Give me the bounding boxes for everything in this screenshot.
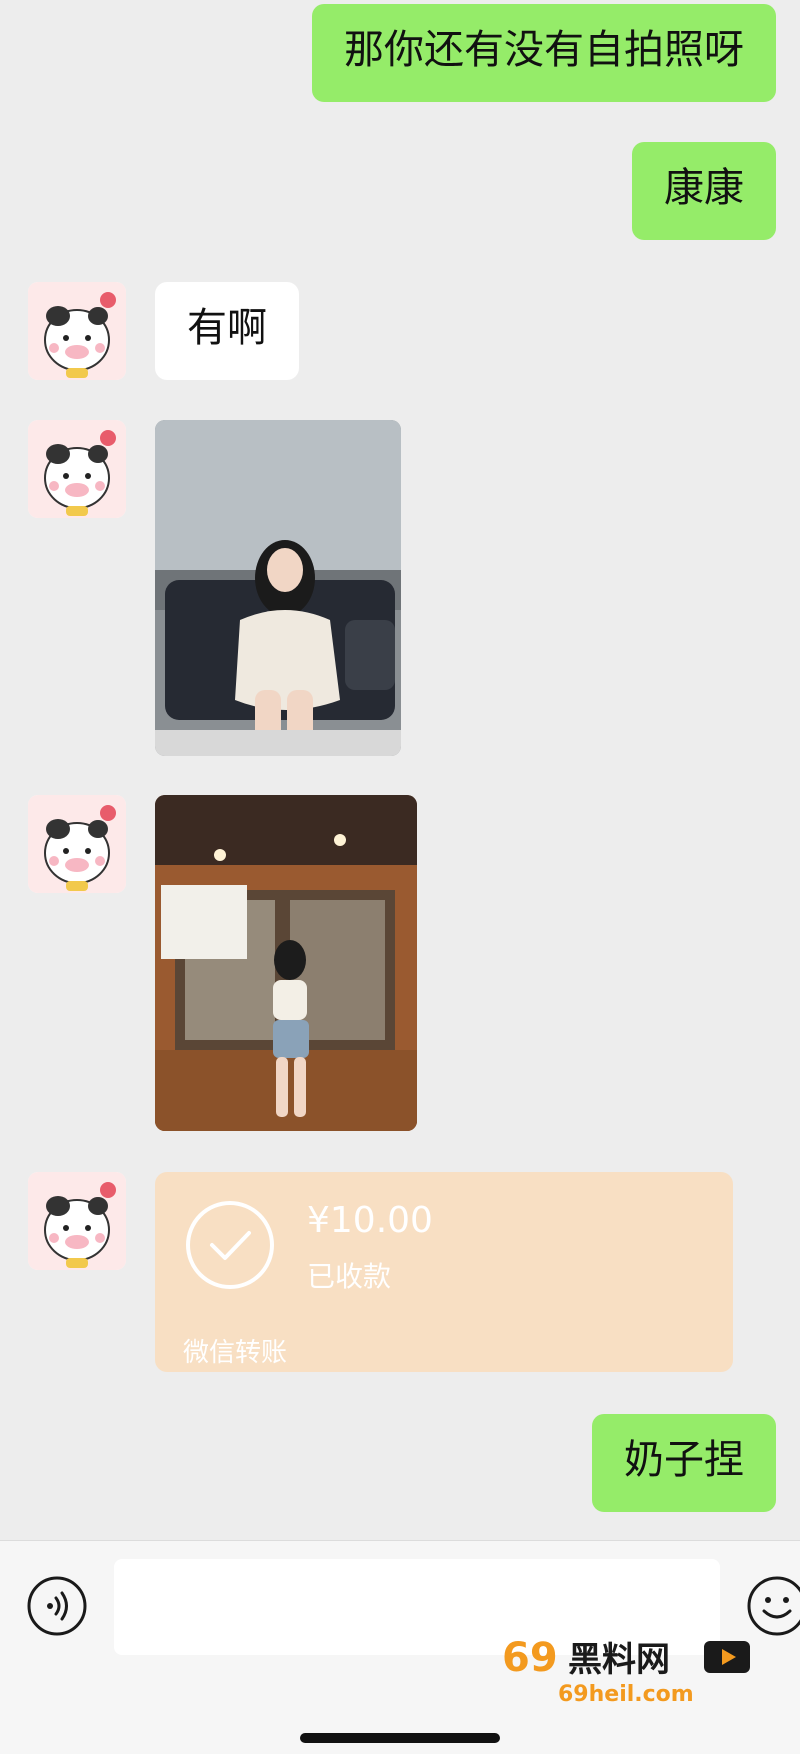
contact-avatar[interactable] [28, 282, 126, 380]
contact-avatar[interactable] [28, 1172, 126, 1270]
site-watermark-logo: 69 黑料网 69heil.com [496, 1627, 760, 1707]
chat-area: 那你还有没有自拍照呀 康康 有啊 ¥10.00 已收款 微信转账 奶子捏 [0, 0, 800, 1540]
message-text: 康康 [664, 165, 744, 211]
home-indicator [300, 1733, 500, 1743]
transfer-status: 已收款 [307, 1260, 392, 1293]
svg-text:69: 69 [502, 1635, 558, 1681]
cow-avatar-icon [28, 420, 126, 518]
message-text: 有啊 [187, 305, 267, 351]
message-text: 奶子捏 [624, 1437, 744, 1483]
selfie-photo-image [155, 420, 401, 756]
transfer-amount: ¥10.00 [307, 1200, 433, 1241]
received-photo[interactable] [155, 420, 401, 756]
wechat-transfer-card[interactable]: ¥10.00 已收款 微信转账 [155, 1172, 733, 1372]
svg-text:黑料网: 黑料网 [568, 1640, 670, 1680]
svg-text:69heil.com: 69heil.com [558, 1682, 694, 1707]
transfer-label: 微信转账 [183, 1338, 288, 1368]
received-photo[interactable] [155, 795, 417, 1131]
sent-message-bubble[interactable]: 奶子捏 [592, 1414, 776, 1512]
cow-avatar-icon [28, 282, 126, 380]
cow-avatar-icon [28, 1172, 126, 1270]
contact-avatar[interactable] [28, 420, 126, 518]
message-text: 那你还有没有自拍照呀 [344, 27, 744, 73]
voice-button[interactable] [26, 1575, 88, 1637]
received-message-bubble[interactable]: 有啊 [155, 282, 299, 380]
contact-avatar[interactable] [28, 795, 126, 893]
check-circle-icon [185, 1200, 275, 1290]
storefront-photo-image [155, 795, 417, 1131]
cow-avatar-icon [28, 795, 126, 893]
sent-message-bubble[interactable]: 那你还有没有自拍照呀 [312, 4, 776, 102]
voice-icon [27, 1576, 87, 1636]
sent-message-bubble[interactable]: 康康 [632, 142, 776, 240]
input-bar: 69 黑料网 69heil.com [0, 1540, 800, 1754]
